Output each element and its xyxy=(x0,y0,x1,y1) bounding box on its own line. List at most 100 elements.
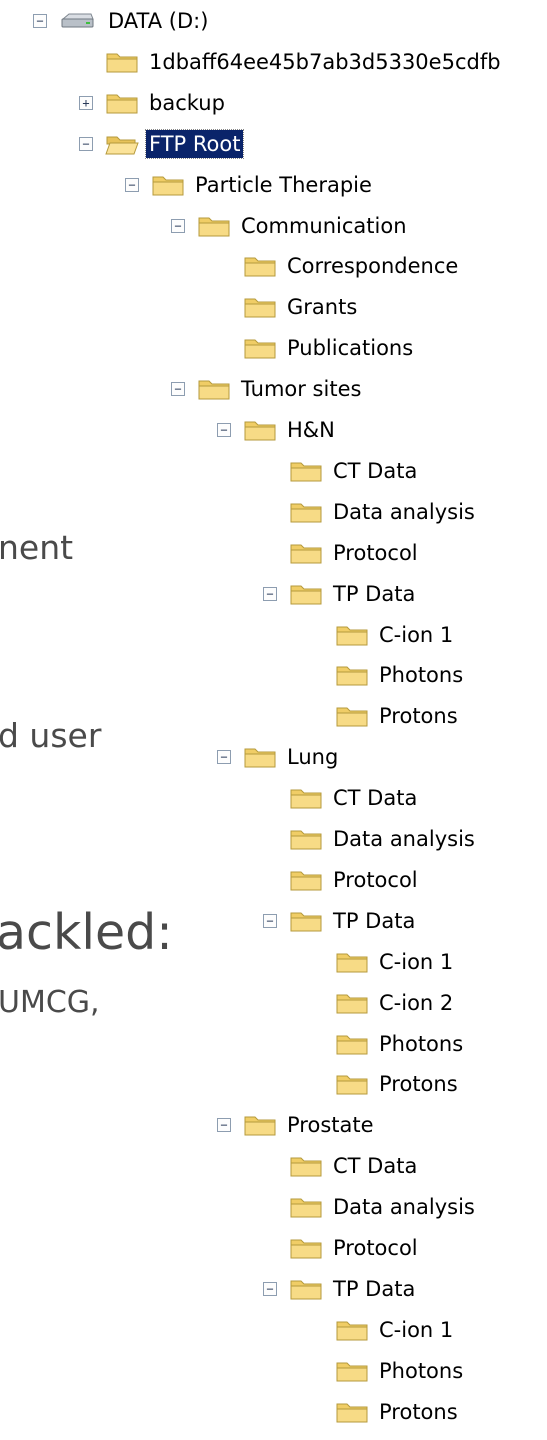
tree-item[interactable]: − Particle Therapie xyxy=(125,165,375,205)
collapse-toggle[interactable]: − xyxy=(217,423,231,437)
tree-item-label[interactable]: C-ion 1 xyxy=(376,948,456,976)
tree-item-label[interactable]: DATA (D:) xyxy=(105,7,211,35)
tree-item-label[interactable]: Photons xyxy=(376,661,466,689)
tree-item-label[interactable]: Correspondence xyxy=(284,252,461,280)
tree-item[interactable]: − H&N xyxy=(217,410,338,450)
collapse-toggle[interactable]: − xyxy=(79,136,93,151)
tree-item[interactable]: − Communication xyxy=(171,206,410,246)
collapse-toggle[interactable]: − xyxy=(263,586,277,601)
collapse-toggle[interactable]: − xyxy=(217,1118,231,1133)
tree-item-label[interactable]: H&N xyxy=(284,416,338,444)
tree-item-label[interactable]: Data analysis xyxy=(330,1193,478,1221)
tree-item[interactable]: Protocol xyxy=(263,860,421,900)
tree-item-label[interactable]: Data analysis xyxy=(330,498,478,526)
tree-item[interactable]: 1dbaff64ee45b7ab3d5330e5cdfb xyxy=(79,42,504,82)
tree-item-label[interactable]: Protons xyxy=(376,1070,461,1098)
tree-item[interactable]: − Lung xyxy=(217,737,341,777)
tree-item-label[interactable]: 1dbaff64ee45b7ab3d5330e5cdfb xyxy=(146,48,504,76)
tree-item[interactable]: CT Data xyxy=(263,451,420,491)
collapse-toggle[interactable]: − xyxy=(125,177,139,192)
tree-item-label[interactable]: CT Data xyxy=(330,1152,420,1180)
tree-item-label[interactable]: TP Data xyxy=(330,1275,418,1303)
folder-icon xyxy=(290,1157,322,1177)
collapse-toggle[interactable]: − xyxy=(33,14,47,28)
folder-icon xyxy=(244,1116,276,1136)
folder-icon xyxy=(336,707,368,727)
tree-item[interactable]: Photons xyxy=(309,655,466,695)
folder-icon xyxy=(244,421,276,441)
tree-item-label[interactable]: Communication xyxy=(238,212,410,240)
tree-item[interactable]: Data analysis xyxy=(263,1187,478,1227)
tree-item[interactable]: Protons xyxy=(309,1392,461,1432)
tree-item-label[interactable]: Lung xyxy=(284,743,341,771)
tree-item[interactable]: C-ion 1 xyxy=(309,1310,456,1350)
tree-item-label[interactable]: Prostate xyxy=(284,1111,377,1139)
folder-icon xyxy=(106,53,138,73)
tree-item[interactable]: − TP Data xyxy=(263,1269,418,1309)
tree-item[interactable]: CT Data xyxy=(263,778,420,818)
slide-text-fragment: UMCG, xyxy=(0,985,100,1020)
tree-item-label[interactable]: Grants xyxy=(284,293,360,321)
tree-item[interactable]: + backup xyxy=(79,83,228,123)
tree-item[interactable]: Data analysis xyxy=(263,492,478,532)
collapse-toggle[interactable]: − xyxy=(171,382,185,397)
folder-icon xyxy=(290,1280,322,1300)
folder-icon xyxy=(290,462,322,482)
folder-icon xyxy=(290,1198,322,1218)
tree-item[interactable]: Photons xyxy=(309,1351,466,1391)
tree-item-label[interactable]: Photons xyxy=(376,1357,466,1385)
tree-item-label[interactable]: Protocol xyxy=(330,539,421,567)
tree-item-label[interactable]: Data analysis xyxy=(330,825,478,853)
expand-toggle[interactable]: + xyxy=(79,95,93,110)
tree-item-label[interactable]: CT Data xyxy=(330,784,420,812)
folder-icon xyxy=(198,217,230,236)
tree-item[interactable]: − FTP Root xyxy=(79,124,245,164)
slide-text-fragment: ackled: xyxy=(0,904,173,961)
tree-item[interactable]: Photons xyxy=(309,1024,466,1064)
tree-item[interactable]: Correspondence xyxy=(217,246,461,286)
tree-item-label[interactable]: backup xyxy=(146,89,228,117)
tree-item-label[interactable]: Protons xyxy=(376,702,461,730)
tree-item[interactable]: Grants xyxy=(217,287,360,327)
folder-icon xyxy=(336,666,368,686)
tree-item[interactable]: Protons xyxy=(309,696,461,736)
tree-item-label[interactable]: FTP Root xyxy=(144,128,245,159)
collapse-toggle[interactable]: − xyxy=(171,218,185,233)
tree-item-label[interactable]: Protocol xyxy=(330,866,421,894)
tree-item-label[interactable]: Protons xyxy=(376,1398,461,1426)
tree-item[interactable]: − DATA (D:) xyxy=(33,1,211,41)
tree-item-label[interactable]: Particle Therapie xyxy=(192,171,375,199)
folder-icon xyxy=(336,953,368,973)
tree-item-label[interactable]: Tumor sites xyxy=(238,375,364,403)
tree-item-label[interactable]: Photons xyxy=(376,1030,466,1058)
collapse-toggle[interactable]: − xyxy=(263,1281,277,1296)
tree-item-label[interactable]: TP Data xyxy=(330,907,418,935)
folder-icon xyxy=(290,503,322,523)
collapse-toggle[interactable]: − xyxy=(263,913,277,928)
tree-item[interactable]: − Tumor sites xyxy=(171,369,364,409)
tree-item[interactable]: C-ion 2 xyxy=(309,983,456,1023)
tree-item[interactable]: Data analysis xyxy=(263,819,478,859)
tree-item-label[interactable]: C-ion 1 xyxy=(376,1316,456,1344)
tree-item[interactable]: C-ion 1 xyxy=(309,942,456,982)
tree-item[interactable]: Publications xyxy=(217,328,416,368)
tree-item[interactable]: − TP Data xyxy=(263,574,418,614)
folder-icon xyxy=(244,298,276,318)
folder-icon xyxy=(152,176,184,196)
tree-item[interactable]: Protocol xyxy=(263,533,421,573)
folder-icon xyxy=(336,1075,368,1095)
folder-icon xyxy=(290,1239,322,1259)
tree-item[interactable]: C-ion 1 xyxy=(309,615,456,655)
tree-item-label[interactable]: C-ion 1 xyxy=(376,621,456,649)
tree-item[interactable]: Protons xyxy=(309,1064,461,1104)
tree-item[interactable]: Protocol xyxy=(263,1228,421,1268)
tree-item-label[interactable]: C-ion 2 xyxy=(376,989,456,1017)
tree-item-label[interactable]: Publications xyxy=(284,334,416,362)
tree-item[interactable]: − Prostate xyxy=(217,1105,377,1145)
tree-item-label[interactable]: TP Data xyxy=(330,580,418,608)
tree-item-label[interactable]: CT Data xyxy=(330,457,420,485)
tree-item[interactable]: CT Data xyxy=(263,1146,420,1186)
collapse-toggle[interactable]: − xyxy=(217,750,231,765)
tree-item-label[interactable]: Protocol xyxy=(330,1234,421,1262)
tree-item[interactable]: − TP Data xyxy=(263,901,418,941)
